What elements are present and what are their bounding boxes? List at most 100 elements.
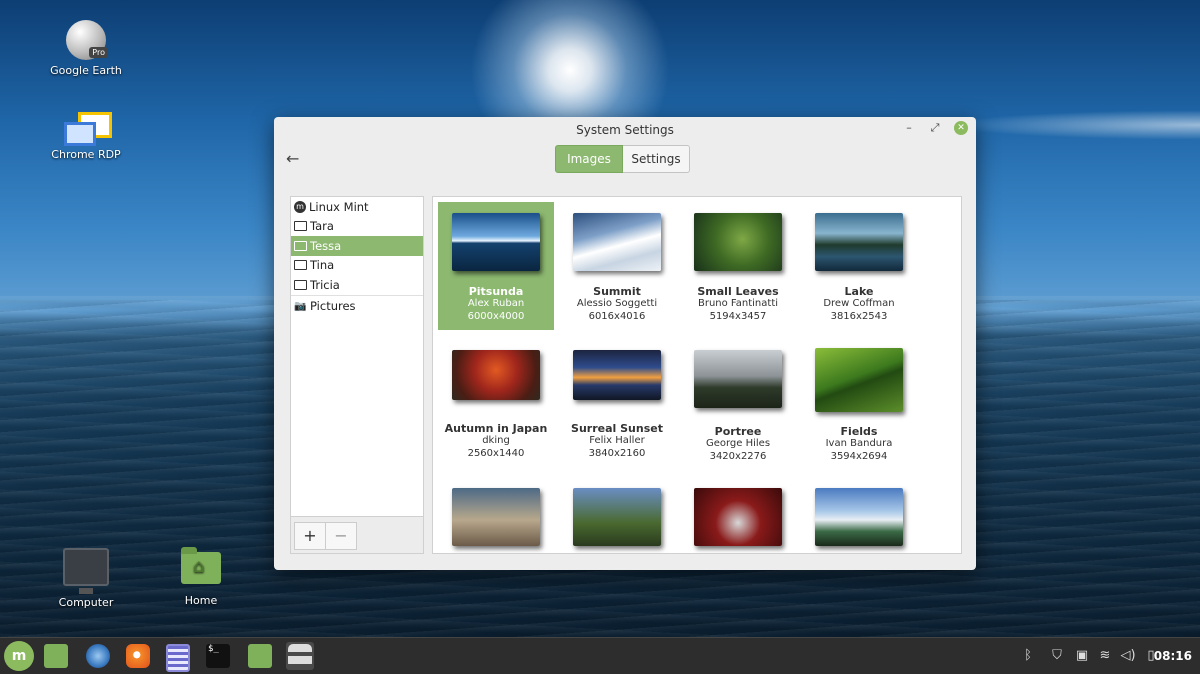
computer-icon: [63, 548, 109, 594]
close-icon[interactable]: ✕: [954, 121, 968, 135]
linux-mint-icon: m: [294, 200, 306, 213]
sidebar-item-label: Tara: [310, 219, 334, 234]
wallpaper-thumbnail: [573, 213, 661, 271]
wallpaper-tile[interactable]: [801, 477, 917, 553]
system-settings-window: System Settings – ⤢ ✕ ← Images Settings …: [274, 117, 976, 570]
wallpaper-tile[interactable]: [680, 477, 796, 553]
wallpaper-thumbnail: [694, 213, 782, 271]
wallpaper-author: Drew Coffman: [823, 298, 895, 309]
wallpaper-name: Surreal Sunset: [571, 422, 663, 435]
desktop-icon-computer[interactable]: Computer: [36, 548, 136, 609]
wallpaper-thumbnail: [694, 488, 782, 546]
wallpaper-size: 3420x2276: [709, 450, 767, 462]
wallpaper-name: Fields: [840, 425, 878, 438]
wallpaper-author: Bruno Fantinatti: [697, 298, 779, 309]
sidebar-item-tina[interactable]: Tina: [291, 256, 423, 276]
wallpaper-thumbnail: [815, 348, 903, 412]
shield-icon[interactable]: ⛉: [1046, 638, 1068, 674]
monitor-icon: [294, 260, 307, 271]
terminal-icon[interactable]: $_: [204, 642, 232, 670]
add-folder-button[interactable]: +: [294, 522, 326, 550]
desktop-icon-home[interactable]: Home: [151, 547, 251, 607]
wallpaper-size: 6016x4016: [588, 310, 646, 322]
text-editor-icon[interactable]: [164, 642, 192, 672]
wallpaper-tile-autumn-in-japan[interactable]: Autumn in Japan dking 2560x1440: [438, 339, 554, 467]
wallpaper-name: Summit: [593, 285, 641, 298]
monitor-icon: [294, 240, 307, 251]
window-title: System Settings: [576, 123, 674, 137]
monitor-icon: [294, 221, 307, 232]
sidebar-item-label: Tessa: [310, 238, 342, 253]
remove-folder-button[interactable]: −: [325, 522, 357, 550]
back-arrow-icon[interactable]: ←: [286, 149, 299, 168]
sidebar-item-label: Pictures: [310, 299, 356, 314]
linux-mint-menu-icon[interactable]: m: [4, 641, 34, 671]
desktop-icon-label: Computer: [58, 596, 114, 609]
wifi-icon[interactable]: ≋: [1094, 638, 1116, 674]
sidebar-item-linux-mint[interactable]: m Linux Mint: [291, 197, 423, 217]
wallpaper-tile-fields[interactable]: Fields Ivan Bandura 3594x2694: [801, 337, 917, 465]
window-titlebar[interactable]: System Settings – ⤢ ✕: [274, 117, 976, 141]
maximize-icon[interactable]: ⤢: [928, 121, 942, 135]
wallpaper-name: Pitsunda: [468, 285, 524, 298]
wallpaper-tile-portree[interactable]: Portree George Hiles 3420x2276: [680, 339, 796, 467]
wallpaper-tile-summit[interactable]: Summit Alessio Soggetti 6016x4016: [559, 202, 675, 330]
tab-settings[interactable]: Settings: [623, 145, 690, 173]
sidebar-item-label: Tina: [310, 258, 335, 273]
wallpaper-name: Portree: [714, 425, 762, 438]
sidebar-separator: [291, 294, 423, 296]
sidebar-item-tessa[interactable]: Tessa: [291, 236, 423, 256]
desktop-icon-google-earth[interactable]: Pro Google Earth: [36, 20, 136, 77]
wallpaper-author: Alex Ruban: [467, 298, 525, 309]
sidebar-toolbar: + −: [291, 516, 423, 553]
firefox-icon[interactable]: [124, 642, 152, 670]
wallpaper-source-list: m Linux Mint Tara Tessa Tina Tricia 📷 Pi…: [290, 196, 424, 554]
wallpaper-thumbnail: [452, 213, 540, 271]
wallpaper-name: Autumn in Japan: [444, 422, 548, 435]
wallpaper-tile-pitsunda[interactable]: Pitsunda Alex Ruban 6000x4000: [438, 202, 554, 330]
wallpaper-author: George Hiles: [705, 438, 771, 449]
show-desktop-icon[interactable]: [42, 642, 70, 670]
desktop-icon-label: Google Earth: [50, 64, 122, 77]
wallpaper-size: 3816x2543: [830, 310, 888, 322]
files-icon[interactable]: [246, 642, 274, 670]
wallpaper-size: 6000x4000: [467, 310, 525, 322]
wallpaper-grid: Pitsunda Alex Ruban 6000x4000 Summit Ale…: [432, 196, 962, 554]
taskbar: m $_ ᛒ ⛉ ▣ ≋ ◁) ▯ 08:16: [0, 637, 1200, 674]
desktop-icon-label: Home: [184, 594, 218, 607]
header-bar: ← Images Settings: [274, 141, 976, 175]
clipboard-icon[interactable]: ▣: [1071, 638, 1093, 674]
wallpaper-cloud: [950, 110, 1200, 140]
wallpaper-tile[interactable]: [559, 477, 675, 553]
sidebar-item-label: Linux Mint: [309, 199, 369, 214]
wallpaper-tile[interactable]: [438, 477, 554, 553]
sidebar-item-pictures[interactable]: 📷 Pictures: [291, 297, 423, 317]
sidebar-item-tara[interactable]: Tara: [291, 217, 423, 237]
wallpaper-thumbnail: [573, 350, 661, 400]
volume-icon[interactable]: ◁): [1117, 638, 1139, 674]
wallpaper-tile-surreal-sunset[interactable]: Surreal Sunset Felix Haller 3840x2160: [559, 339, 675, 467]
system-settings-icon[interactable]: [286, 642, 314, 670]
google-earth-icon: Pro: [66, 20, 108, 60]
tab-images[interactable]: Images: [555, 145, 623, 173]
wallpaper-tile-small-leaves[interactable]: Small Leaves Bruno Fantinatti 5194x3457: [680, 202, 796, 330]
wallpaper-author: Alessio Soggetti: [576, 298, 658, 309]
browser-icon[interactable]: [84, 642, 112, 670]
bluetooth-icon[interactable]: ᛒ: [1017, 638, 1039, 674]
wallpaper-name: Small Leaves: [697, 285, 779, 298]
minimize-icon[interactable]: –: [902, 121, 916, 135]
sidebar-item-tricia[interactable]: Tricia: [291, 275, 423, 295]
wallpaper-thumbnail: [815, 488, 903, 546]
home-folder-icon: [181, 547, 221, 584]
clock[interactable]: 08:16: [1154, 638, 1192, 674]
camera-icon: 📷: [294, 300, 307, 312]
wallpaper-thumbnail: [573, 488, 661, 546]
monitor-icon: [294, 279, 307, 290]
wallpaper-author: dking: [482, 435, 510, 446]
wallpaper-size: 3840x2160: [588, 447, 646, 459]
remote-desktop-icon: [64, 112, 112, 146]
view-switcher: Images Settings: [555, 145, 690, 173]
wallpaper-size: 2560x1440: [467, 447, 525, 459]
desktop-icon-chrome-rdp[interactable]: Chrome RDP: [36, 112, 136, 161]
wallpaper-tile-lake[interactable]: Lake Drew Coffman 3816x2543: [801, 202, 917, 330]
